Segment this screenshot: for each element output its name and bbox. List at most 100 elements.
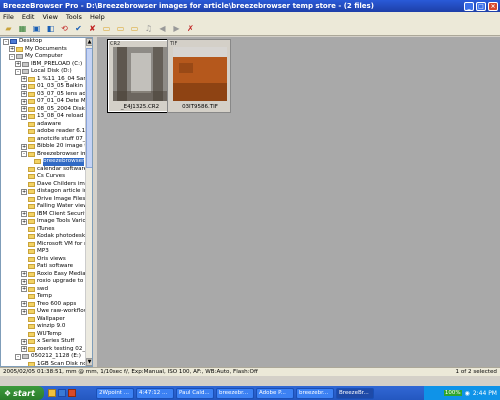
rotate-icon[interactable]: ⟲ bbox=[59, 23, 70, 34]
expand-icon[interactable]: + bbox=[21, 218, 27, 225]
taskbar-button[interactable]: 2Wpoint ... bbox=[96, 387, 134, 399]
check-icon[interactable]: ✔ bbox=[73, 23, 84, 34]
taskbar-button[interactable]: breezebr... bbox=[296, 387, 334, 399]
move-to-icon[interactable]: ▭ bbox=[129, 23, 140, 34]
preview-icon[interactable]: ◧ bbox=[45, 23, 56, 34]
tree-item[interactable]: MP3 bbox=[1, 248, 87, 256]
tree-item[interactable]: +08_05_2004 Disk U bbox=[1, 106, 87, 114]
tree-item[interactable]: adobe reader 6.1 bbox=[1, 128, 87, 136]
expand-icon[interactable]: + bbox=[21, 278, 27, 285]
expand-icon[interactable]: + bbox=[21, 338, 27, 345]
thumbnail-card[interactable]: CR2 _E4J1325.CR2 bbox=[107, 39, 171, 113]
expand-icon[interactable]: + bbox=[21, 301, 27, 308]
menu-help[interactable]: Help bbox=[90, 13, 105, 21]
menu-edit[interactable]: Edit bbox=[22, 13, 35, 21]
close-button[interactable]: × bbox=[488, 1, 498, 11]
tree-scrollbar[interactable]: ▲ ▼ bbox=[85, 38, 92, 366]
expand-icon[interactable]: + bbox=[21, 211, 27, 218]
expand-icon[interactable]: + bbox=[21, 286, 27, 293]
expand-icon[interactable]: + bbox=[21, 91, 27, 98]
tree-item[interactable]: +01_03_05 Balkin bi bbox=[1, 83, 87, 91]
minimize-button[interactable]: _ bbox=[464, 1, 474, 11]
expand-icon[interactable]: + bbox=[9, 46, 15, 53]
tree-item[interactable]: Falling Water view bbox=[1, 203, 87, 211]
scroll-up-icon[interactable]: ▲ bbox=[86, 38, 92, 46]
expand-icon[interactable]: + bbox=[21, 346, 27, 353]
tree-item[interactable]: - Breezebrowser ima bbox=[1, 151, 87, 159]
tree-item[interactable]: + zoerk testing 02_10 bbox=[1, 346, 87, 354]
taskbar-button[interactable]: Adobe P... bbox=[256, 387, 294, 399]
grid-view-icon[interactable]: ▦ bbox=[17, 23, 28, 34]
collapse-icon[interactable]: - bbox=[3, 38, 9, 45]
maximize-button[interactable]: □ bbox=[476, 1, 486, 11]
tree-item[interactable]: - 050212_1128 (E:) bbox=[1, 353, 87, 361]
tree-item[interactable]: anotcife stuff 07_22 bbox=[1, 136, 87, 144]
expand-icon[interactable]: + bbox=[21, 76, 27, 83]
tree-item[interactable]: Temp bbox=[1, 293, 87, 301]
expand-icon[interactable]: + bbox=[21, 308, 27, 315]
expand-icon[interactable]: + bbox=[21, 98, 27, 105]
tree-item[interactable]: calendar software bbox=[1, 166, 87, 174]
tree-item[interactable]: + x Series Stuff bbox=[1, 338, 87, 346]
collapse-icon[interactable]: - bbox=[21, 151, 27, 158]
expand-icon[interactable]: + bbox=[21, 106, 27, 113]
move-folder-icon[interactable]: ▭ bbox=[115, 23, 126, 34]
expand-icon[interactable]: + bbox=[21, 143, 27, 150]
tree-item[interactable]: + Image Tools Vario bbox=[1, 218, 87, 226]
tree-item[interactable]: winzip 9.0 bbox=[1, 323, 87, 331]
tree-item[interactable]: Cs Curves bbox=[1, 173, 87, 181]
menu-file[interactable]: File bbox=[3, 13, 14, 21]
tree-item[interactable]: +1 %11_16_04 Sam bbox=[1, 76, 87, 84]
tree-item[interactable]: iTunes bbox=[1, 226, 87, 234]
tree-item[interactable]: WUTemp bbox=[1, 331, 87, 339]
tree-item[interactable]: - Desktop bbox=[1, 38, 87, 46]
forward-arrow-icon[interactable]: ▶ bbox=[171, 23, 182, 34]
collapse-icon[interactable]: - bbox=[9, 53, 15, 60]
menu-view[interactable]: View bbox=[42, 13, 57, 21]
collapse-icon[interactable]: - bbox=[15, 68, 21, 75]
tree-item[interactable]: + Bibble 20 image te bbox=[1, 143, 87, 151]
tree-item[interactable]: Pati software bbox=[1, 263, 87, 271]
tree-item[interactable]: breezebrowser bbox=[1, 158, 87, 166]
tree-item[interactable]: + Treo 600 apps bbox=[1, 301, 87, 309]
folder-tree[interactable]: - Desktop + My Documents - My Computer + IBM_PR… bbox=[0, 37, 93, 367]
tree-item[interactable]: +07_01_04 Dete Mor bbox=[1, 98, 87, 106]
tree-item[interactable]: + My Documents bbox=[1, 46, 87, 54]
menu-tools[interactable]: Tools bbox=[66, 13, 82, 21]
expand-icon[interactable]: + bbox=[21, 188, 27, 195]
tree-item[interactable]: + Roxio Easy Media bbox=[1, 271, 87, 279]
thumbnail-area[interactable]: CR2 _E4J1325.CR2 TIF 03IT9586.TIF bbox=[97, 37, 500, 367]
taskbar-button[interactable]: 4:47:12 ... bbox=[136, 387, 174, 399]
network-icon[interactable]: ◉ bbox=[465, 390, 470, 397]
collapse-icon[interactable]: - bbox=[15, 353, 21, 360]
tree-item[interactable]: + IBM_PRELOAD (C:) bbox=[1, 61, 87, 69]
scroll-thumb[interactable] bbox=[86, 48, 92, 168]
tree-item[interactable]: Dave Childers imag bbox=[1, 181, 87, 189]
thumbnail-view-icon[interactable]: ▣ bbox=[31, 23, 42, 34]
delete-icon[interactable]: ✗ bbox=[185, 23, 196, 34]
tree-item[interactable]: Kodak photodesk i bbox=[1, 233, 87, 241]
music-icon[interactable]: ♫ bbox=[143, 23, 154, 34]
tree-item[interactable]: - My Computer bbox=[1, 53, 87, 61]
tree-item[interactable]: + swd bbox=[1, 286, 87, 294]
tree-item[interactable]: + distagon article ime bbox=[1, 188, 87, 196]
taskbar-button[interactable]: Paul Cald... bbox=[176, 387, 214, 399]
tag-check-icon[interactable]: ✘ bbox=[87, 23, 98, 34]
tree-item[interactable]: Microsoft VM for ne bbox=[1, 241, 87, 249]
expand-icon[interactable]: + bbox=[21, 83, 27, 90]
tree-item[interactable]: + IBM Client Security bbox=[1, 211, 87, 219]
taskbar-button[interactable]: BreezeBr... bbox=[336, 387, 374, 399]
tree-item[interactable]: Oris views bbox=[1, 256, 87, 264]
tree-item[interactable]: + roxio upgrade to vr bbox=[1, 278, 87, 286]
thumbnail-card[interactable]: TIF 03IT9586.TIF bbox=[167, 39, 231, 113]
copy-folder-icon[interactable]: ▭ bbox=[101, 23, 112, 34]
quick-launch-icon[interactable] bbox=[58, 389, 66, 397]
taskbar-button[interactable]: breezebr... bbox=[216, 387, 254, 399]
expand-icon[interactable]: + bbox=[21, 271, 27, 278]
tree-item[interactable]: +13_08_04 reload m bbox=[1, 113, 87, 121]
tree-item[interactable]: - Local Disk (D:) bbox=[1, 68, 87, 76]
tree-item[interactable]: adaware bbox=[1, 121, 87, 129]
tree-item[interactable]: Drive Image Files bbox=[1, 196, 87, 204]
quick-launch-icon[interactable] bbox=[68, 389, 76, 397]
back-arrow-icon[interactable]: ◀ bbox=[157, 23, 168, 34]
